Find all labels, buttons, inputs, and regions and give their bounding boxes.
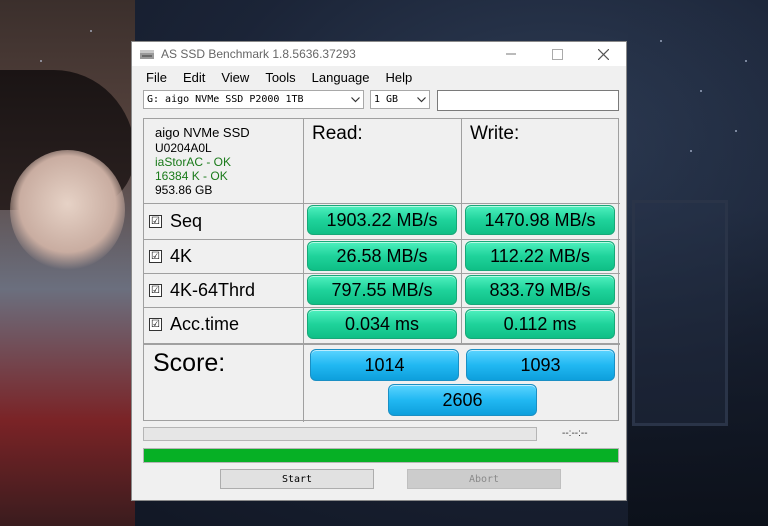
- row-4k64-label[interactable]: ☑ 4K-64Thrd: [149, 276, 255, 304]
- drive-select-value: G: aigo NVMe SSD P2000 1TB: [147, 94, 304, 105]
- row-4k-name: 4K: [170, 245, 193, 266]
- minimize-button[interactable]: [488, 42, 534, 66]
- 4k-read-value: 26.58 MB/s: [307, 241, 457, 271]
- chevron-down-icon: [415, 91, 427, 108]
- divider: [144, 203, 620, 204]
- start-button[interactable]: Start: [220, 469, 374, 489]
- divider: [461, 119, 462, 344]
- read-column-header: Read:: [312, 123, 363, 144]
- maximize-button[interactable]: [534, 42, 580, 66]
- driver-status: iaStorAC - OK: [155, 155, 232, 169]
- app-window: AS SSD Benchmark 1.8.5636.37293 File Edi…: [131, 41, 627, 501]
- score-read: 1014: [310, 349, 459, 381]
- window-title: AS SSD Benchmark 1.8.5636.37293: [161, 47, 356, 61]
- checkbox-4k[interactable]: ☑: [149, 249, 162, 263]
- menu-bar: File Edit View Tools Language Help: [132, 66, 626, 88]
- size-select-value: 1 GB: [374, 94, 399, 105]
- row-seq-name: Seq: [170, 210, 203, 231]
- abort-button[interactable]: Abort: [407, 469, 561, 489]
- device-firmware: U0204A0L: [155, 141, 212, 155]
- background-face: [10, 150, 125, 270]
- close-icon: [597, 48, 609, 60]
- seq-write-value: 1470.98 MB/s: [465, 205, 615, 235]
- divider: [144, 343, 620, 345]
- text-input[interactable]: [437, 90, 619, 111]
- results-panel: aigo NVMe SSD U0204A0L iaStorAC - OK 163…: [143, 118, 620, 422]
- title-bar[interactable]: AS SSD Benchmark 1.8.5636.37293: [132, 42, 626, 66]
- close-button[interactable]: [580, 42, 626, 66]
- alignment-status: 16384 K - OK: [155, 169, 228, 183]
- size-select[interactable]: 1 GB: [370, 90, 430, 109]
- row-acctime-name: Acc.time: [170, 313, 240, 334]
- row-seq-label[interactable]: ☑ Seq: [149, 207, 202, 235]
- acctime-read-value: 0.034 ms: [307, 309, 457, 339]
- divider: [144, 273, 620, 274]
- menu-tools[interactable]: Tools: [257, 70, 303, 85]
- 4k64-read-value: 797.55 MB/s: [307, 275, 457, 305]
- background-star: [90, 30, 92, 32]
- background-star: [700, 90, 702, 92]
- row-acctime-label[interactable]: ☑ Acc.time: [149, 310, 239, 338]
- seq-read-value: 1903.22 MB/s: [307, 205, 457, 235]
- menu-edit[interactable]: Edit: [175, 70, 213, 85]
- write-column-header: Write:: [470, 123, 520, 144]
- test-progress-bar: [143, 427, 537, 441]
- elapsed-time: --:--:--: [562, 428, 588, 439]
- toolbar: G: aigo NVMe SSD P2000 1TB 1 GB: [132, 88, 626, 112]
- background-artwork-left: [0, 0, 135, 526]
- checkbox-acctime[interactable]: ☑: [149, 317, 162, 331]
- chevron-down-icon: [349, 91, 361, 108]
- background-star: [40, 60, 42, 62]
- minimize-icon: [506, 53, 516, 55]
- overall-progress-bar: [143, 448, 619, 463]
- overall-progress-fill: [144, 449, 618, 462]
- acctime-write-value: 0.112 ms: [465, 309, 615, 339]
- 4k64-write-value: 833.79 MB/s: [465, 275, 615, 305]
- divider: [144, 239, 620, 240]
- score-total: 2606: [388, 384, 537, 416]
- background-star: [660, 40, 662, 42]
- app-icon: [140, 50, 154, 59]
- divider: [303, 119, 304, 422]
- menu-language[interactable]: Language: [304, 70, 378, 85]
- checkbox-4k64[interactable]: ☑: [149, 283, 162, 297]
- row-4k-label[interactable]: ☑ 4K: [149, 242, 192, 270]
- 4k-write-value: 112.22 MB/s: [465, 241, 615, 271]
- background-star: [745, 60, 747, 62]
- maximize-icon: [551, 48, 563, 60]
- menu-view[interactable]: View: [213, 70, 257, 85]
- drive-select[interactable]: G: aigo NVMe SSD P2000 1TB: [143, 90, 364, 109]
- device-capacity: 953.86 GB: [155, 183, 213, 197]
- device-info: aigo NVMe SSD U0204A0L iaStorAC - OK 163…: [155, 124, 250, 197]
- score-write: 1093: [466, 349, 615, 381]
- score-label: Score:: [153, 349, 226, 377]
- menu-help[interactable]: Help: [378, 70, 421, 85]
- background-window-frame: [632, 200, 728, 426]
- divider: [144, 307, 620, 308]
- background-star: [690, 150, 692, 152]
- menu-file[interactable]: File: [138, 70, 175, 85]
- device-name: aigo NVMe SSD: [155, 125, 250, 140]
- checkbox-seq[interactable]: ☑: [149, 214, 162, 228]
- row-4k64-name: 4K-64Thrd: [170, 279, 256, 300]
- background-star: [735, 130, 737, 132]
